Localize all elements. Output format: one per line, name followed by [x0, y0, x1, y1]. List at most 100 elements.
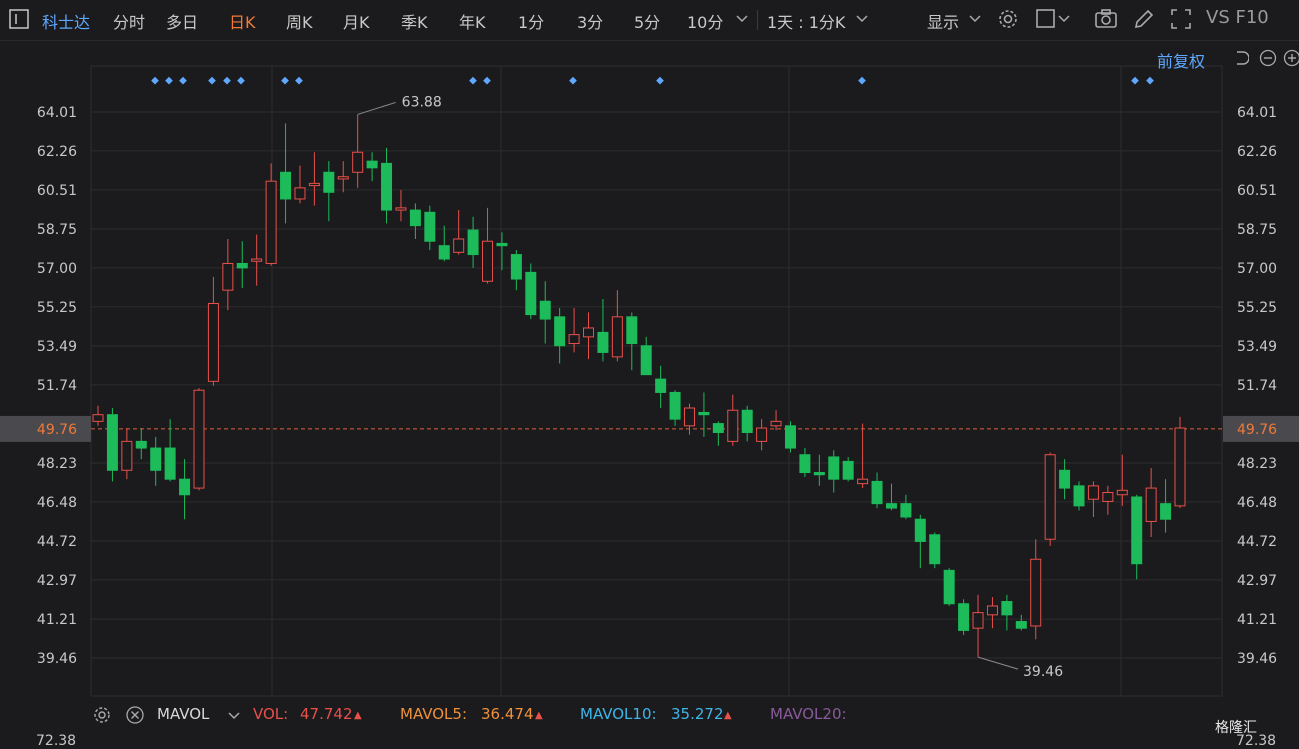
stock-name[interactable]: 科士达 [42, 9, 90, 33]
event-marker-icon [1146, 77, 1154, 85]
settings-gear-icon[interactable] [92, 705, 112, 725]
vs-f10-button[interactable]: VS F10 [1206, 7, 1269, 28]
y-axis-tick-label: 60.51 [37, 183, 77, 199]
candle-body [454, 239, 464, 252]
candle-body [396, 208, 406, 210]
mavol20-label: MAVOL20: [770, 705, 847, 723]
chevron-down-icon[interactable] [736, 14, 748, 24]
candle-body [901, 504, 911, 517]
tab-3min[interactable]: 3分 [577, 9, 603, 33]
tab-multiday[interactable]: 多日 [166, 9, 198, 33]
checkbox-icon[interactable] [1034, 7, 1058, 31]
chevron-down-icon[interactable] [1058, 14, 1070, 24]
event-marker-icon [223, 77, 231, 85]
adjust-mode-button[interactable]: 前复权 [1157, 48, 1205, 72]
candle-body [194, 390, 204, 488]
event-marker-icon [656, 77, 664, 85]
candle-body [728, 410, 738, 441]
watermark-logo: 格隆汇 [1215, 717, 1257, 737]
candle-body [829, 457, 839, 479]
candle-body [425, 212, 435, 241]
candle-body [944, 570, 954, 603]
candle-body [1016, 622, 1026, 629]
candle-body [122, 441, 132, 470]
candle-body [800, 455, 810, 473]
up-arrow-icon: ▲ [535, 710, 543, 721]
y-axis-tick-label-right: 53.49 [1237, 339, 1277, 355]
candle-body [382, 163, 392, 210]
max-price-label: 63.88 [402, 94, 442, 110]
tab-1min[interactable]: 1分 [518, 9, 544, 33]
candle-body [1002, 602, 1012, 615]
candle-body [439, 246, 449, 259]
tab-quarterly-k[interactable]: 季K [401, 9, 428, 33]
tab-monthly-k[interactable]: 月K [343, 9, 370, 33]
candle-body [1161, 504, 1171, 520]
y-axis-tick-label: 44.72 [37, 534, 77, 550]
tab-yearly-k[interactable]: 年K [459, 9, 486, 33]
min-annotation-line [978, 657, 1018, 669]
zoom-out-icon[interactable] [1259, 49, 1277, 67]
candle-body [338, 177, 348, 179]
candle-body [1045, 455, 1055, 540]
candle-body [886, 504, 896, 508]
camera-icon[interactable] [1094, 7, 1118, 31]
candle-body [1132, 497, 1142, 564]
tab-weekly-k[interactable]: 周K [286, 9, 313, 33]
y-axis-tick-label-right: 51.74 [1237, 378, 1277, 394]
candle-body [540, 301, 550, 319]
candlestick-chart[interactable]: 64.0164.0162.2662.2660.5160.5158.7558.75… [0, 0, 1299, 748]
current-price-label-right: 49.76 [1237, 422, 1277, 438]
candle-body [223, 263, 233, 290]
display-menu[interactable]: 显示 [927, 9, 959, 33]
interval-select[interactable]: 1天 : 1分K [767, 9, 845, 33]
y-axis-tick-label: 58.75 [37, 222, 77, 238]
min-price-label: 39.46 [1023, 664, 1063, 680]
event-marker-icon [281, 77, 289, 85]
candle-body [353, 152, 363, 172]
chevron-down-icon[interactable] [856, 14, 868, 24]
tab-daily-k[interactable]: 日K [229, 9, 256, 33]
candle-body [684, 408, 694, 426]
candle-body [915, 519, 925, 541]
zoom-in-icon[interactable] [1283, 49, 1299, 67]
candle-body [324, 172, 334, 192]
candle-body [107, 415, 117, 471]
chevron-down-icon[interactable] [969, 14, 981, 24]
event-marker-icon [469, 77, 477, 85]
close-icon[interactable] [125, 705, 145, 725]
y-axis-tick-label-right: 44.72 [1237, 534, 1277, 550]
y-axis-tick-label: 55.25 [37, 300, 77, 316]
candle-body [757, 428, 767, 441]
y-axis-tick-label: 46.48 [37, 495, 77, 511]
y-axis-tick-label: 51.74 [37, 378, 77, 394]
candle-body [497, 243, 507, 245]
candle-body [959, 604, 969, 631]
settings-gear-icon[interactable] [996, 7, 1020, 31]
y-axis-tick-label-right: 55.25 [1237, 300, 1277, 316]
candle-body [785, 426, 795, 448]
pencil-icon[interactable] [1132, 7, 1156, 31]
tab-5min[interactable]: 5分 [634, 9, 660, 33]
volume-indicator-bar: MAVOL VOL: 47.742 ▲ MAVOL5: 36.474 ▲ MAV… [0, 700, 1299, 730]
tab-10min[interactable]: 10分 [687, 9, 723, 33]
candle-body [670, 392, 680, 419]
mavol5-value: 36.474 [481, 705, 534, 723]
candle-body [843, 461, 853, 479]
tab-intraday[interactable]: 分时 [113, 9, 145, 33]
indicator-name[interactable]: MAVOL [157, 705, 209, 723]
candle-body [526, 272, 536, 314]
undo-icon[interactable] [1231, 49, 1249, 67]
current-price-label: 49.76 [37, 422, 77, 438]
y-axis-tick-label: 39.46 [37, 651, 77, 667]
sidebar-toggle-icon[interactable] [8, 8, 30, 30]
up-arrow-icon: ▲ [354, 710, 362, 721]
candle-body [1060, 470, 1070, 488]
fullscreen-icon[interactable] [1169, 7, 1193, 31]
candle-body [93, 415, 103, 422]
y-axis-tick-label: 48.23 [37, 456, 77, 472]
candle-body [555, 317, 565, 346]
volume-axis-tick-left: 72.38 [36, 733, 76, 749]
chevron-down-icon[interactable] [228, 711, 240, 721]
candle-body [1117, 490, 1127, 494]
